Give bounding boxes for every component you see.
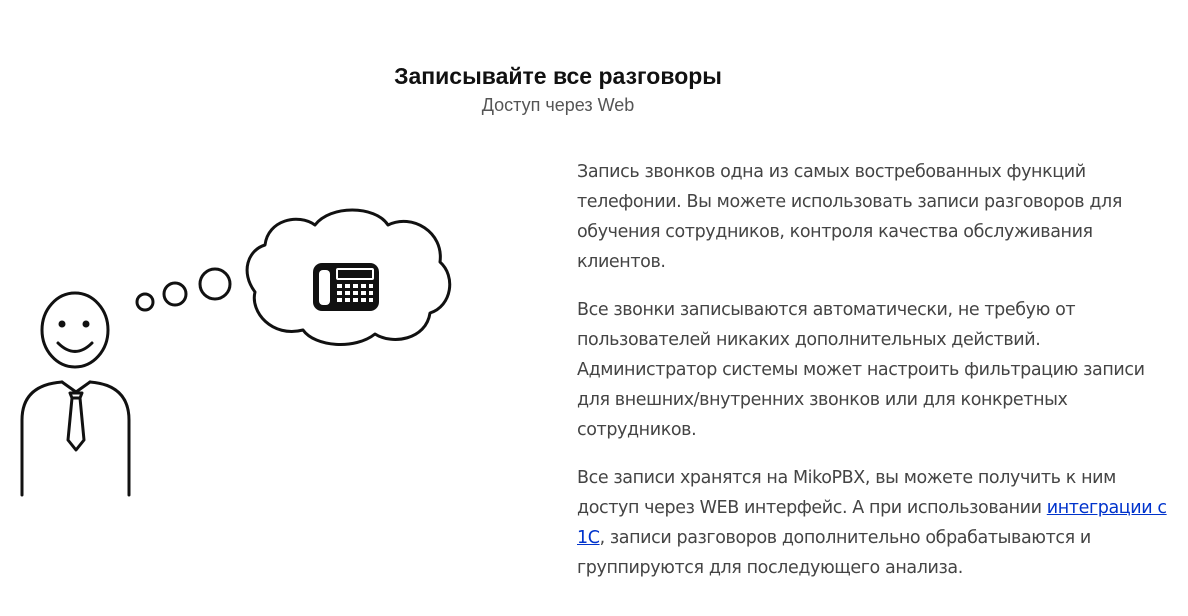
section-title: Записывайте все разговоры [394, 63, 722, 89]
recording-illustration [20, 208, 452, 497]
paragraph-storage-end: , записи разговоров дополнительно обраба… [577, 528, 1091, 578]
section-header: Записывайте все разговоры Доступ через W… [0, 60, 1116, 118]
paragraph-call-recording: Запись звонков одна из самых востребован… [577, 162, 1122, 272]
smiling-person-icon [20, 291, 131, 497]
thought-dots-icon [135, 267, 232, 312]
paragraph-storage-start: Все записи хранятся на MikoPBX, вы может… [577, 468, 1116, 518]
section-subtitle: Доступ через Web [481, 95, 635, 115]
desk-phone-icon [313, 263, 379, 311]
paragraph-storage: Все записи хранятся на MikoPBX, вы может… [577, 463, 1182, 583]
description-text: Запись звонков одна из самых востребован… [577, 157, 1182, 601]
paragraph-automatic-recording: Все звонки записываются автоматически, н… [577, 300, 1145, 440]
